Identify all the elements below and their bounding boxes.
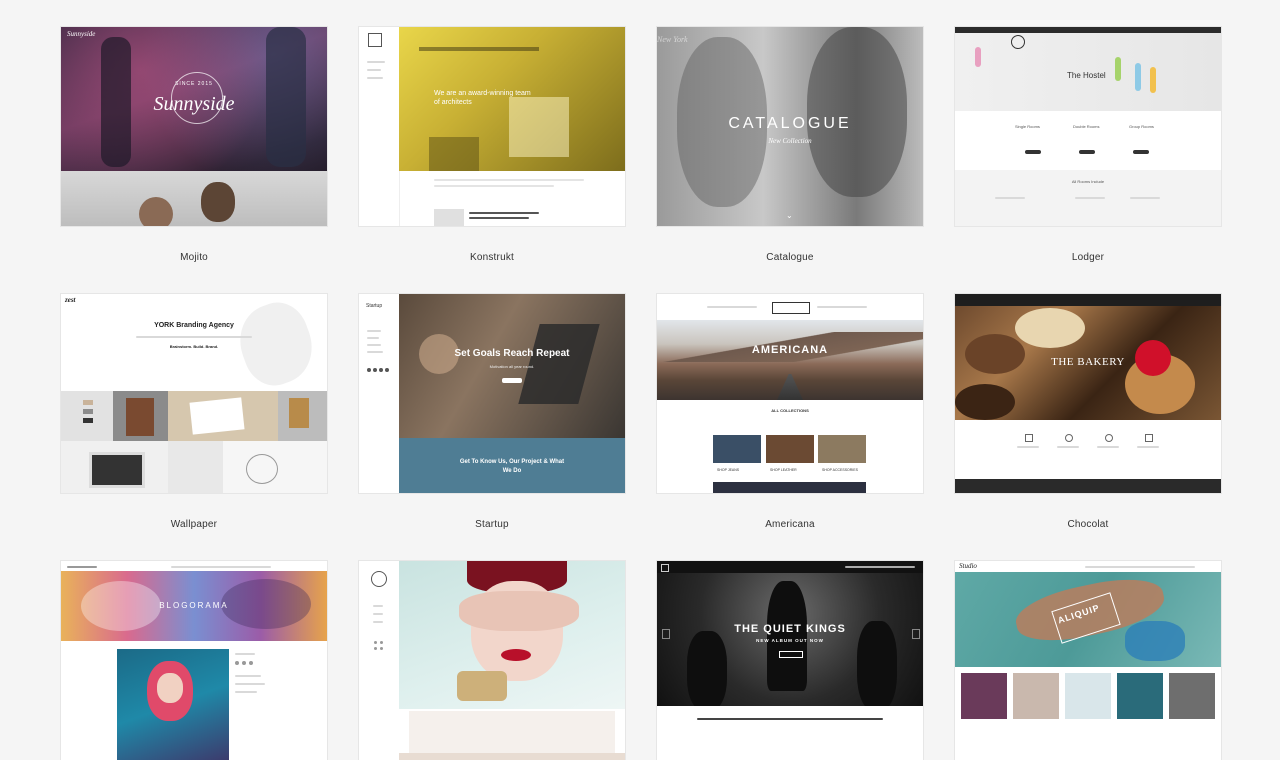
theme-card-konstrukt[interactable]: We are an award-winning team of architec… bbox=[359, 27, 625, 263]
hero-subtitle: NEW ALBUM OUT NOW bbox=[756, 638, 824, 643]
hero-title: Set Goals Reach Repeat bbox=[454, 348, 570, 359]
site-logo: Sunnyside bbox=[67, 30, 96, 38]
theme-name[interactable]: Mojito bbox=[61, 252, 327, 263]
theme-name[interactable]: Chocolat bbox=[955, 519, 1221, 530]
cta-text: Get To Know Us, Our Project & What We Do bbox=[459, 459, 565, 474]
theme-thumbnail-startup[interactable]: Startup Set Goals Reach Repeat Motivatio… bbox=[359, 294, 625, 493]
theme-thumbnail-wallpaper[interactable]: zest YORK Branding Agency Brainstorm. Bu… bbox=[61, 294, 327, 493]
hero-title: YORK Branding Agency bbox=[154, 322, 234, 329]
theme-name[interactable]: Konstrukt bbox=[359, 252, 625, 263]
hero-title: AMERICANA bbox=[751, 344, 829, 356]
theme-thumbnail-fashion[interactable] bbox=[359, 561, 625, 760]
shop-link-accessories[interactable]: SHOP ACCESSORIES bbox=[822, 468, 858, 472]
theme-card-music[interactable]: THE QUIET KINGS NEW ALBUM OUT NOW bbox=[657, 561, 923, 760]
tagline: Brainstorm. Build. Brand. bbox=[169, 344, 219, 349]
theme-thumbnail-blogorama[interactable]: BLOGORAMA bbox=[61, 561, 327, 760]
theme-card-lodger[interactable]: The Hostel Single Rooms Double Rooms Gro… bbox=[955, 27, 1221, 263]
hero-title: We are an award-winning team of architec… bbox=[434, 90, 531, 106]
hero-title: CATALOGUE bbox=[728, 115, 852, 132]
theme-thumbnail-studio[interactable]: Studio ALIQUIP bbox=[955, 561, 1221, 760]
theme-card-wallpaper[interactable]: zest YORK Branding Agency Brainstorm. Bu… bbox=[61, 294, 327, 530]
theme-name[interactable]: Lodger bbox=[955, 252, 1221, 263]
theme-thumbnail-lodger[interactable]: The Hostel Single Rooms Double Rooms Gro… bbox=[955, 27, 1221, 226]
hero-title: BLOGORAMA bbox=[159, 601, 229, 610]
theme-thumbnail-chocolat[interactable]: THE BAKERY bbox=[955, 294, 1221, 493]
site-logo: zest bbox=[65, 296, 76, 304]
theme-thumbnail-catalogue[interactable]: New York CATALOGUE New Collection ⌄ bbox=[657, 27, 923, 226]
hero-subtitle: SINCE 2015 bbox=[175, 81, 213, 87]
script-word: New York bbox=[657, 35, 688, 44]
theme-name[interactable]: Startup bbox=[359, 519, 625, 530]
theme-card-mojito[interactable]: Sunnyside SINCE 2015 Sunnyside Mojito bbox=[61, 27, 327, 263]
hero-title: THE BAKERY bbox=[1051, 356, 1125, 368]
theme-thumbnail-music[interactable]: THE QUIET KINGS NEW ALBUM OUT NOW bbox=[657, 561, 923, 760]
theme-card-catalogue[interactable]: New York CATALOGUE New Collection ⌄ Cata… bbox=[657, 27, 923, 263]
section-title: All Rooms Include bbox=[1071, 179, 1105, 184]
theme-card-blogorama[interactable]: BLOGORAMA bbox=[61, 561, 327, 760]
theme-grid: Sunnyside SINCE 2015 Sunnyside Mojito We… bbox=[0, 0, 1280, 760]
theme-card-studio[interactable]: Studio ALIQUIP bbox=[955, 561, 1221, 760]
theme-name[interactable]: Wallpaper bbox=[61, 519, 327, 530]
shop-link-leather[interactable]: SHOP LEATHER bbox=[770, 468, 797, 472]
theme-card-chocolat[interactable]: THE BAKERY Chocolat bbox=[955, 294, 1221, 530]
hero-subtitle: New Collection bbox=[768, 137, 812, 145]
theme-thumbnail-americana[interactable]: AMERICANA ALL COLLECTIONS SHOP JEANS SHO… bbox=[657, 294, 923, 493]
room-type-3: Group Rooms bbox=[1129, 124, 1154, 129]
theme-thumbnail-konstrukt[interactable]: We are an award-winning team of architec… bbox=[359, 27, 625, 226]
hero-title: Sunnyside bbox=[153, 93, 235, 115]
room-type-1: Single Rooms bbox=[1015, 124, 1040, 129]
hero-title: The Hostel bbox=[1067, 71, 1106, 80]
theme-name[interactable]: Americana bbox=[657, 519, 923, 530]
site-logo: Studio bbox=[959, 562, 977, 570]
theme-thumbnail-mojito[interactable]: Sunnyside SINCE 2015 Sunnyside bbox=[61, 27, 327, 226]
theme-card-americana[interactable]: AMERICANA ALL COLLECTIONS SHOP JEANS SHO… bbox=[657, 294, 923, 530]
theme-name[interactable]: Catalogue bbox=[657, 252, 923, 263]
hero-title: THE QUIET KINGS bbox=[734, 623, 846, 635]
hero-subtitle: Motivation all year round. bbox=[489, 364, 535, 369]
theme-card-startup[interactable]: Startup Set Goals Reach Repeat Motivatio… bbox=[359, 294, 625, 530]
room-type-2: Double Rooms bbox=[1073, 124, 1100, 129]
chevron-down-icon[interactable]: ⌄ bbox=[786, 211, 793, 220]
theme-card-fashion[interactable] bbox=[359, 561, 625, 760]
section-title: ALL COLLECTIONS bbox=[771, 408, 809, 413]
shop-link-jeans[interactable]: SHOP JEANS bbox=[717, 468, 739, 472]
site-logo: Startup bbox=[366, 303, 383, 309]
